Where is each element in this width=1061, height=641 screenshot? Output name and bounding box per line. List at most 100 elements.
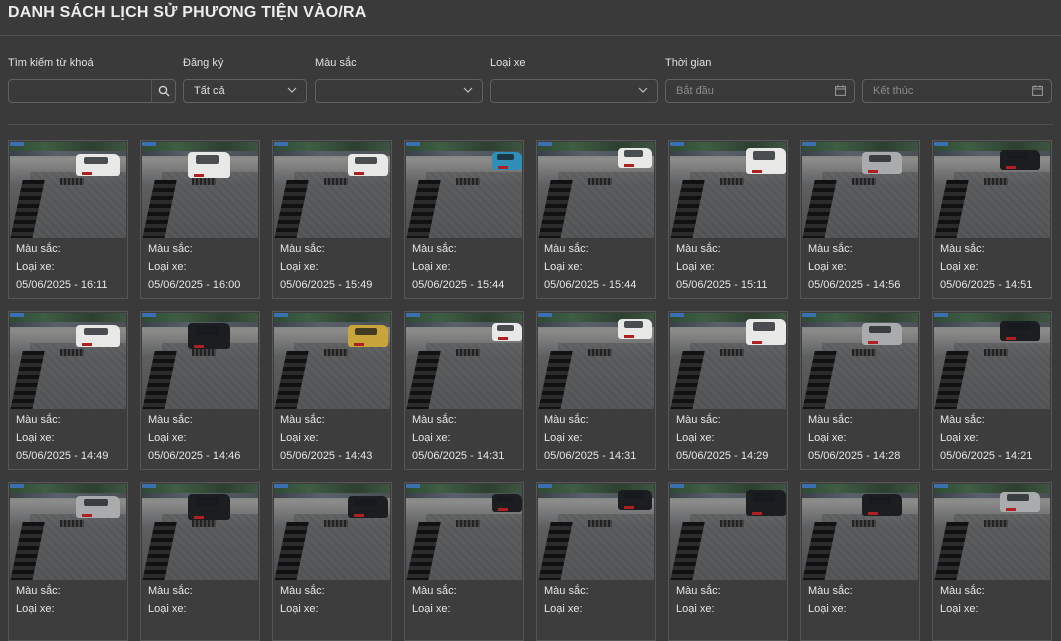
color-field-label: Màu sắc:	[940, 243, 985, 255]
vehicle-snapshot-image[interactable]	[10, 313, 126, 409]
vehicle-record-card[interactable]: Màu sắc: Loại xe: 05/06/2025 - 14:21	[932, 311, 1052, 470]
vehicle-snapshot-image[interactable]	[142, 313, 258, 409]
calendar-icon	[1032, 85, 1043, 96]
vehicle-shape	[746, 490, 786, 516]
color-field-label: Màu sắc:	[148, 585, 193, 597]
time-label: Thời gian	[665, 57, 712, 69]
vehicle-record-card[interactable]: Màu sắc: Loại xe: 05/06/2025 - 16:11	[8, 140, 128, 299]
registration-select[interactable]: Tất cả	[183, 79, 307, 103]
vehicle-snapshot-image[interactable]	[802, 313, 918, 409]
vehicle-snapshot-image[interactable]	[670, 484, 786, 580]
vehicle-snapshot-image[interactable]	[142, 142, 258, 238]
vehicle-shape	[76, 496, 120, 518]
vehicle-snapshot-image[interactable]	[406, 484, 522, 580]
vehicle-snapshot-image[interactable]	[10, 142, 126, 238]
vehicle-record-card[interactable]: Màu sắc: Loại xe: 05/06/2025 - 15:44	[536, 140, 656, 299]
vehicle-type-field-label: Loại xe:	[808, 261, 847, 273]
vehicle-type-label: Loại xe	[490, 57, 526, 69]
color-field-label: Màu sắc:	[412, 585, 457, 597]
color-field-label: Màu sắc:	[544, 414, 589, 426]
keyword-search-input[interactable]	[8, 79, 152, 103]
vehicle-type-field-label: Loại xe:	[808, 432, 847, 444]
vehicle-type-field-label: Loại xe:	[148, 261, 187, 273]
vehicle-type-field-label: Loại xe:	[544, 432, 583, 444]
registration-value: Tất cả	[194, 85, 225, 97]
vehicle-snapshot-image[interactable]	[934, 484, 1050, 580]
vehicle-record-card[interactable]: Màu sắc: Loại xe: 05/06/2025 - 14:51	[932, 140, 1052, 299]
start-date-input[interactable]: Bắt đầu	[665, 79, 855, 103]
vehicle-snapshot-image[interactable]	[10, 484, 126, 580]
vehicle-snapshot-image[interactable]	[538, 313, 654, 409]
vehicle-type-field-label: Loại xe:	[148, 603, 187, 615]
vehicle-snapshot-image[interactable]	[274, 313, 390, 409]
vehicle-shape	[618, 148, 652, 168]
vehicle-shape	[348, 154, 388, 176]
vehicle-snapshot-image[interactable]	[274, 484, 390, 580]
record-timestamp: 05/06/2025 - 14:31	[412, 450, 505, 462]
vehicle-record-card[interactable]: Màu sắc: Loại xe:	[932, 482, 1052, 641]
vehicle-snapshot-image[interactable]	[274, 142, 390, 238]
color-select[interactable]	[315, 79, 483, 103]
vehicle-snapshot-image[interactable]	[538, 142, 654, 238]
vehicle-shape	[746, 319, 786, 345]
vehicle-snapshot-image[interactable]	[142, 484, 258, 580]
vehicle-snapshot-image[interactable]	[538, 484, 654, 580]
record-timestamp: 05/06/2025 - 14:43	[280, 450, 373, 462]
vehicle-record-card[interactable]: Màu sắc: Loại xe: 05/06/2025 - 15:49	[272, 140, 392, 299]
vehicle-snapshot-image[interactable]	[934, 313, 1050, 409]
vehicle-record-card[interactable]: Màu sắc: Loại xe:	[668, 482, 788, 641]
vehicle-record-card[interactable]: Màu sắc: Loại xe: 05/06/2025 - 15:11	[668, 140, 788, 299]
color-field-label: Màu sắc:	[16, 243, 61, 255]
vehicle-snapshot-image[interactable]	[406, 313, 522, 409]
vehicle-shape	[492, 152, 522, 170]
vehicle-type-field-label: Loại xe:	[16, 432, 55, 444]
color-field-label: Màu sắc:	[16, 585, 61, 597]
vehicle-record-card[interactable]: Màu sắc: Loại xe: 05/06/2025 - 14:43	[272, 311, 392, 470]
vehicle-shape	[76, 325, 120, 347]
record-timestamp: 05/06/2025 - 14:56	[808, 279, 901, 291]
search-icon	[158, 85, 170, 97]
record-timestamp: 05/06/2025 - 14:21	[940, 450, 1033, 462]
vehicle-record-card[interactable]: Màu sắc: Loại xe: 05/06/2025 - 16:00	[140, 140, 260, 299]
color-field-label: Màu sắc:	[148, 414, 193, 426]
vehicle-record-card[interactable]: Màu sắc: Loại xe:	[536, 482, 656, 641]
vehicle-record-card[interactable]: Màu sắc: Loại xe: 05/06/2025 - 14:49	[8, 311, 128, 470]
vehicle-record-card[interactable]: Màu sắc: Loại xe: 05/06/2025 - 14:29	[668, 311, 788, 470]
vehicle-record-card[interactable]: Màu sắc: Loại xe: 05/06/2025 - 14:28	[800, 311, 920, 470]
vehicle-type-field-label: Loại xe:	[940, 432, 979, 444]
record-timestamp: 05/06/2025 - 14:49	[16, 450, 109, 462]
vehicle-record-card[interactable]: Màu sắc: Loại xe: 05/06/2025 - 14:31	[404, 311, 524, 470]
vehicle-type-field-label: Loại xe:	[412, 603, 451, 615]
vehicle-snapshot-image[interactable]	[670, 142, 786, 238]
record-timestamp: 05/06/2025 - 14:31	[544, 450, 637, 462]
vehicle-record-card[interactable]: Màu sắc: Loại xe:	[404, 482, 524, 641]
vehicle-record-card[interactable]: Màu sắc: Loại xe: 05/06/2025 - 14:31	[536, 311, 656, 470]
color-field-label: Màu sắc:	[544, 585, 589, 597]
search-button[interactable]	[151, 79, 176, 103]
vehicle-snapshot-image[interactable]	[406, 142, 522, 238]
vehicle-record-card[interactable]: Màu sắc: Loại xe: 05/06/2025 - 14:46	[140, 311, 260, 470]
vehicle-type-field-label: Loại xe:	[280, 432, 319, 444]
vehicle-type-field-label: Loại xe:	[16, 603, 55, 615]
vehicle-record-card[interactable]: Màu sắc: Loại xe: 05/06/2025 - 14:56	[800, 140, 920, 299]
vehicle-snapshot-image[interactable]	[670, 313, 786, 409]
end-date-input[interactable]: Kết thúc	[862, 79, 1052, 103]
chevron-down-icon	[463, 87, 473, 93]
record-timestamp: 05/06/2025 - 15:49	[280, 279, 373, 291]
color-field-label: Màu sắc:	[280, 585, 325, 597]
vehicle-type-field-label: Loại xe:	[280, 261, 319, 273]
registration-label: Đăng ký	[183, 57, 224, 69]
vehicle-record-card[interactable]: Màu sắc: Loại xe:	[8, 482, 128, 641]
vehicle-record-card[interactable]: Màu sắc: Loại xe:	[800, 482, 920, 641]
vehicle-snapshot-image[interactable]	[802, 142, 918, 238]
color-field-label: Màu sắc:	[544, 243, 589, 255]
vehicle-record-card[interactable]: Màu sắc: Loại xe: 05/06/2025 - 15:44	[404, 140, 524, 299]
color-field-label: Màu sắc:	[412, 243, 457, 255]
vehicle-snapshot-image[interactable]	[802, 484, 918, 580]
vehicle-record-card[interactable]: Màu sắc: Loại xe:	[140, 482, 260, 641]
vehicle-record-card[interactable]: Màu sắc: Loại xe:	[272, 482, 392, 641]
vehicle-shape	[492, 494, 522, 512]
vehicle-snapshot-image[interactable]	[934, 142, 1050, 238]
vehicle-type-select[interactable]	[490, 79, 658, 103]
color-field-label: Màu sắc:	[808, 243, 853, 255]
